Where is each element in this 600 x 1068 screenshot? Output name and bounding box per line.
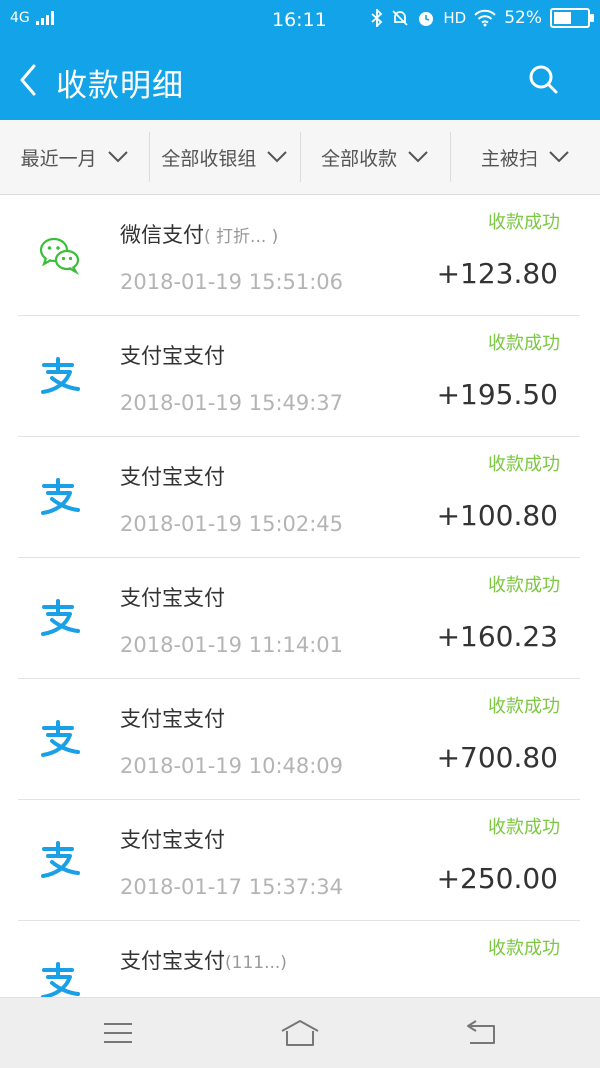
filter-label: 全部收款 <box>321 147 398 170</box>
transaction-time: 2018-01-19 15:49:37 <box>120 391 344 415</box>
app-header: 收款明细 <box>0 40 600 120</box>
back-nav-button[interactable] <box>462 1018 502 1048</box>
transaction-status: 收款成功 <box>488 817 560 838</box>
alipay-icon <box>41 962 80 997</box>
page-title: 收款明细 <box>56 68 184 104</box>
transaction-method: 支付宝支付 <box>120 703 225 733</box>
alipay-icon <box>41 720 80 757</box>
search-button[interactable] <box>526 62 560 96</box>
alipay-icon <box>41 841 80 878</box>
back-button[interactable] <box>14 60 42 100</box>
method-name: 微信支付 <box>120 223 204 247</box>
filter-label: 最近一月 <box>20 147 97 170</box>
transaction-list[interactable]: 微信支付( 打折... ) 2018-01-19 15:51:06 收款成功 +… <box>0 195 600 997</box>
wifi-icon <box>474 9 496 27</box>
transaction-note: ( 打折... ) <box>204 227 279 247</box>
transaction-amount: +700.80 <box>436 741 558 774</box>
transaction-method: 支付宝支付 <box>120 824 225 854</box>
transaction-method: 支付宝支付(111...) <box>120 945 287 975</box>
status-right: HD 52% <box>371 8 594 28</box>
transaction-status: 收款成功 <box>488 333 560 354</box>
chevron-down-icon <box>267 151 288 163</box>
chevron-left-icon <box>20 64 36 96</box>
filter-date-range[interactable]: 最近一月 <box>0 132 151 182</box>
method-name: 支付宝支付 <box>120 586 225 610</box>
menu-icon <box>104 1023 132 1043</box>
chevron-down-icon <box>408 151 428 163</box>
status-bar: 4G 16:11 HD 52% <box>0 0 600 40</box>
transaction-status: 收款成功 <box>488 212 560 233</box>
home-icon <box>281 1020 319 1046</box>
battery-level <box>554 12 571 24</box>
signal-icon <box>35 11 54 25</box>
transaction-amount: +123.80 <box>436 257 558 290</box>
wechat-pay-icon <box>39 237 80 275</box>
transaction-row[interactable]: 支付宝支付 2018-01-17 15:37:34 收款成功 +250.00 <box>18 800 580 921</box>
search-icon <box>529 65 558 94</box>
battery-icon <box>550 8 594 28</box>
alipay-icon <box>41 357 80 394</box>
filter-bar: 最近一月 全部收银组 全部收款 主被扫 <box>0 120 600 195</box>
transaction-method: 微信支付( 打折... ) <box>120 219 278 249</box>
battery-percent: 52% <box>504 8 542 28</box>
transaction-status: 收款成功 <box>488 938 560 959</box>
home-button[interactable] <box>280 1018 320 1048</box>
status-left: 4G <box>10 10 54 26</box>
transaction-time: 2018-01-19 11:14:01 <box>120 633 344 657</box>
transaction-method: 支付宝支付 <box>120 340 225 370</box>
chevron-down-icon <box>107 151 128 163</box>
transaction-amount: +160.23 <box>436 620 558 653</box>
menu-button[interactable] <box>98 1018 138 1048</box>
alarm-icon <box>419 12 434 26</box>
return-icon <box>467 1020 495 1044</box>
transaction-time: 2018-01-17 15:37:34 <box>120 875 344 899</box>
filter-payment-type[interactable]: 全部收款 <box>301 132 451 182</box>
filter-cashier-group[interactable]: 全部收银组 <box>150 132 301 182</box>
method-name: 支付宝支付 <box>120 344 225 368</box>
transaction-row[interactable]: 支付宝支付 2018-01-19 15:02:45 收款成功 +100.80 <box>18 437 580 558</box>
transaction-row[interactable]: 支付宝支付(111...) 收款成功 <box>18 921 580 997</box>
alipay-icon <box>41 599 80 636</box>
transaction-amount: +195.50 <box>436 378 558 411</box>
filter-label: 主被扫 <box>480 147 538 170</box>
chevron-down-icon <box>549 151 569 163</box>
method-name: 支付宝支付 <box>120 465 225 489</box>
transaction-row[interactable]: 支付宝支付 2018-01-19 11:14:01 收款成功 +160.23 <box>18 558 580 679</box>
alipay-icon <box>41 478 80 515</box>
transaction-status: 收款成功 <box>488 454 560 475</box>
method-name: 支付宝支付 <box>120 707 225 731</box>
transaction-note: (111...) <box>225 953 287 973</box>
method-name: 支付宝支付 <box>120 949 225 973</box>
transaction-time: 2018-01-19 15:51:06 <box>120 270 344 294</box>
transaction-time: 2018-01-19 15:02:45 <box>120 512 344 536</box>
bluetooth-icon <box>371 9 383 27</box>
transaction-row[interactable]: 支付宝支付 2018-01-19 15:49:37 收款成功 +195.50 <box>18 316 580 437</box>
transaction-row[interactable]: 支付宝支付 2018-01-19 10:48:09 收款成功 +700.80 <box>18 679 580 800</box>
hd-label: HD <box>443 9 467 27</box>
transaction-time: 2018-01-19 10:48:09 <box>120 754 344 778</box>
transaction-status: 收款成功 <box>488 575 560 596</box>
transaction-amount: +250.00 <box>436 862 558 895</box>
filter-scan-mode[interactable]: 主被扫 <box>451 132 600 182</box>
network-type: 4G <box>10 10 30 26</box>
status-time: 16:11 <box>272 9 327 31</box>
method-name: 支付宝支付 <box>120 828 225 852</box>
mute-bell-icon <box>392 10 408 26</box>
filter-label: 全部收银组 <box>161 147 257 170</box>
transaction-amount: +100.80 <box>436 499 558 532</box>
transaction-method: 支付宝支付 <box>120 582 225 612</box>
transaction-status: 收款成功 <box>488 696 560 717</box>
system-nav-bar <box>0 997 600 1068</box>
transaction-method: 支付宝支付 <box>120 461 225 491</box>
transaction-row[interactable]: 微信支付( 打折... ) 2018-01-19 15:51:06 收款成功 +… <box>18 195 580 316</box>
